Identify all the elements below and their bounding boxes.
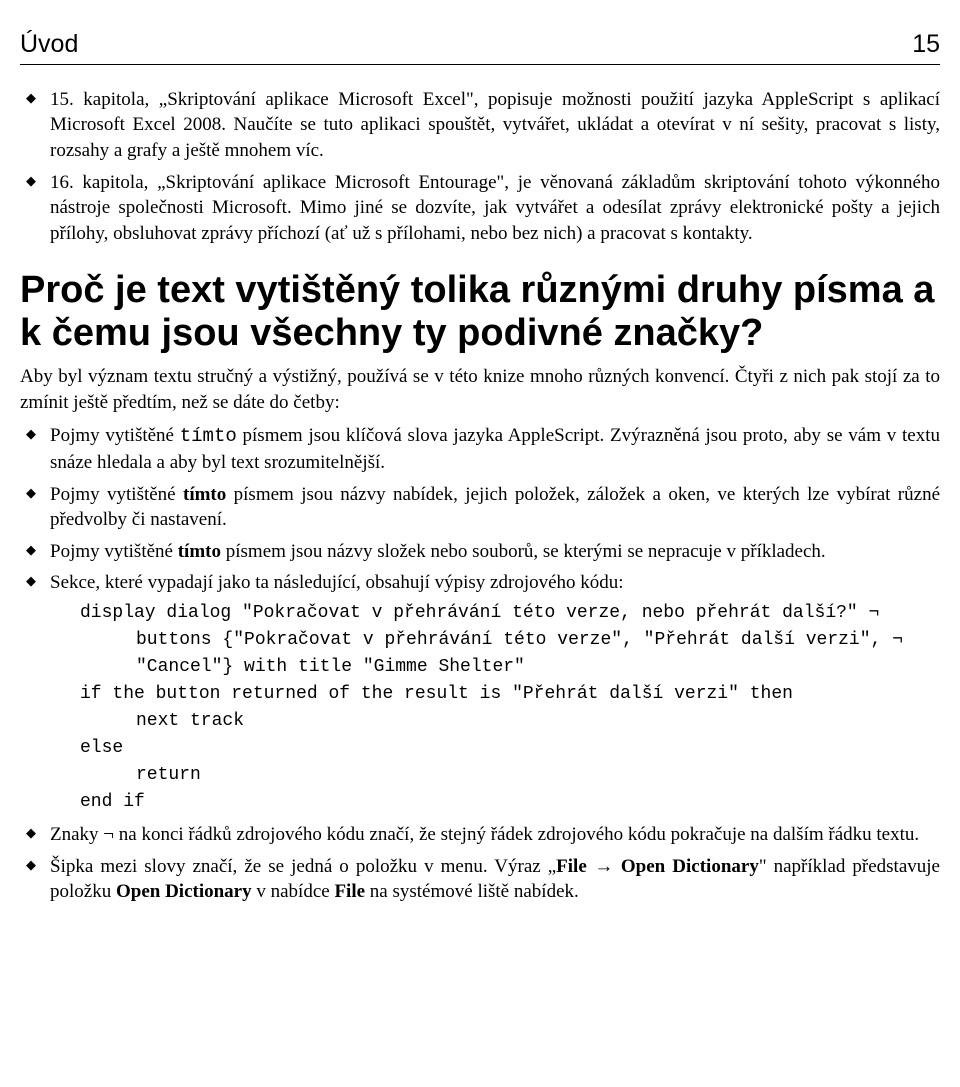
code-line: buttons {"Pokračovat v přehrávání této v… [80, 627, 940, 654]
code-line: else [80, 738, 123, 758]
list-item: Sekce, které vypadají jako ta následujíc… [20, 570, 940, 816]
code-line: if the button returned of the result is … [80, 684, 793, 704]
header: Úvod 15 [20, 28, 940, 65]
list-item: Pojmy vytištěné tímto písmem jsou klíčov… [20, 423, 940, 475]
bold-text: Open Dictionary [116, 881, 252, 902]
arrow-icon: → [587, 856, 621, 877]
text: Šipka mezi slovy značí, že se jedná o po… [50, 856, 556, 877]
list-item: Pojmy vytištěné tímto písmem jsou názvy … [20, 482, 940, 533]
bold-text: File [556, 856, 587, 877]
code-line: return [80, 762, 940, 789]
text: písmem jsou názvy složek nebo souborů, s… [221, 541, 826, 562]
bold-text: File [334, 881, 365, 902]
code-line: next track [80, 708, 940, 735]
intro-paragraph: Aby byl význam textu stručný a výstižný,… [20, 364, 940, 415]
code-block: display dialog "Pokračovat v přehrávání … [80, 600, 940, 816]
top-bullet-list: 15. kapitola, „Skriptování aplikace Micr… [20, 87, 940, 247]
bold-text: tímto [178, 541, 221, 562]
text: na systémové liště nabídek. [365, 881, 579, 902]
bold-text: Open Dictionary [621, 856, 759, 877]
conventions-bullet-list: Pojmy vytištěné tímto písmem jsou klíčov… [20, 423, 940, 905]
monospace-text: tímto [180, 425, 237, 447]
list-item: Pojmy vytištěné tímto písmem jsou názvy … [20, 539, 940, 565]
text: Pojmy vytištěné [50, 541, 178, 562]
text: Sekce, které vypadají jako ta následujíc… [50, 572, 624, 593]
header-page: 15 [912, 28, 940, 62]
code-line: end if [80, 792, 145, 812]
bold-text: tímto [183, 484, 226, 505]
list-item: 16. kapitola, „Skriptování aplikace Micr… [20, 170, 940, 247]
header-title: Úvod [20, 28, 78, 62]
text: Pojmy vytištěné [50, 484, 183, 505]
code-line: display dialog "Pokračovat v přehrávání … [80, 603, 879, 623]
list-item: Znaky ¬ na konci řádků zdrojového kódu z… [20, 822, 940, 848]
list-item: 15. kapitola, „Skriptování aplikace Micr… [20, 87, 940, 164]
text: Pojmy vytištěné [50, 425, 180, 446]
text: v nabídce [252, 881, 335, 902]
list-item: Šipka mezi slovy značí, že se jedná o po… [20, 854, 940, 905]
section-heading: Proč je text vytištěný tolika různými dr… [20, 269, 940, 356]
code-line: "Cancel"} with title "Gimme Shelter" [80, 654, 940, 681]
